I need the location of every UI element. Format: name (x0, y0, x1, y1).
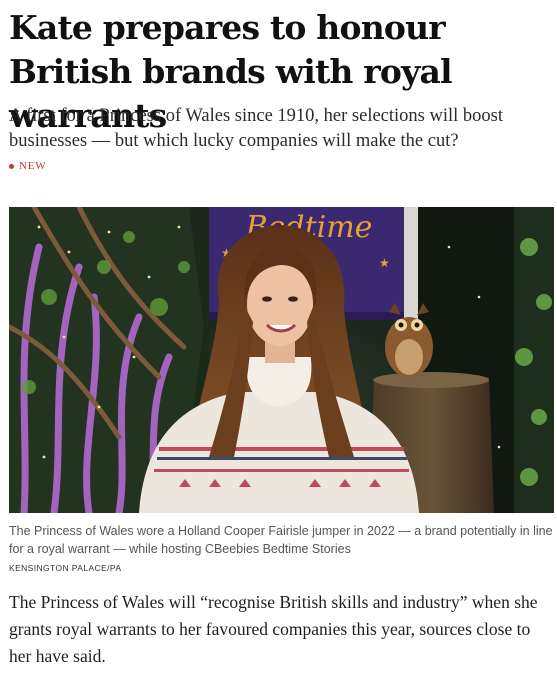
photo-illustration: Bedtime ry ★ ★ (9, 207, 554, 513)
photo-credit: KENSINGTON PALACE/PA (9, 563, 122, 573)
article-photo[interactable]: Bedtime ry ★ ★ (9, 207, 554, 513)
bullet-dot-icon (9, 163, 14, 169)
new-badge: NEW (9, 160, 46, 172)
new-badge-label: NEW (19, 160, 47, 172)
article: Kate prepares to honour British brands w… (0, 0, 557, 673)
article-body-paragraph: The Princess of Wales will “recognise Br… (9, 592, 538, 666)
star-icon: ★ (379, 256, 390, 270)
photo-caption: The Princess of Wales wore a Holland Coo… (9, 524, 553, 556)
standfirst: A first for a Princess of Wales since 19… (9, 106, 503, 151)
